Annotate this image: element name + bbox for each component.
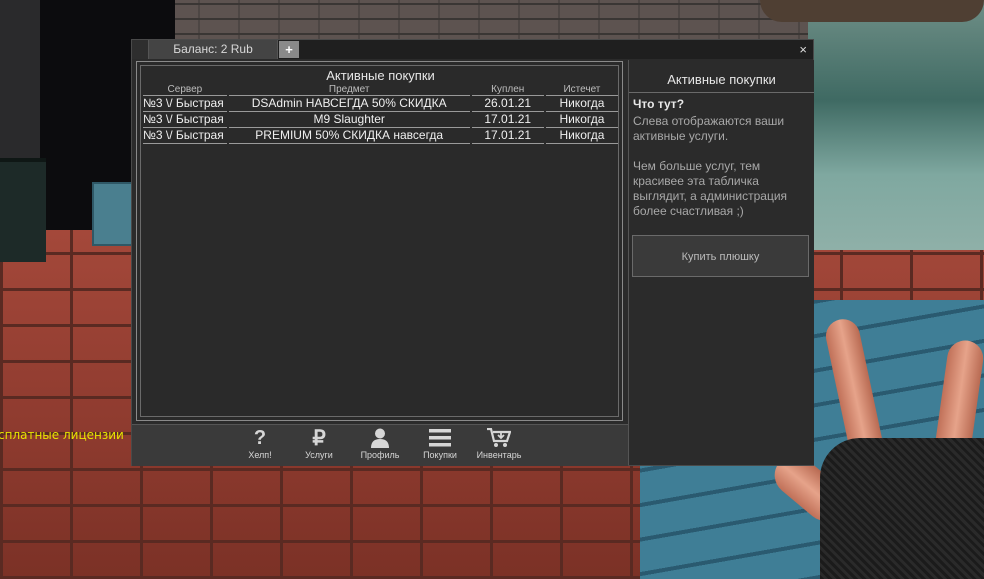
- shop-window: Баланс: 2 Rub + × Активные покупки Серве…: [131, 39, 814, 466]
- info-paragraph: Чем больше услуг, тем красивее эта табли…: [633, 159, 788, 218]
- title-bar: Баланс: 2 Rub + ×: [132, 40, 813, 59]
- tab-empty[interactable]: [132, 40, 149, 59]
- nav-inventory[interactable]: Инвентарь: [472, 427, 526, 465]
- cell-bought: 17.01.21: [471, 128, 544, 144]
- cell-bought: 26.01.21: [471, 96, 544, 112]
- nav-purchases[interactable]: Покупки: [413, 427, 467, 465]
- hud-chat-text: сплатные лицензии: [0, 428, 124, 442]
- cell-server: №3 \/ Быстрая: [143, 96, 227, 112]
- info-description: Слева отображаются ваши активные услуги.…: [633, 114, 811, 234]
- nav-profile[interactable]: Профиль: [353, 427, 407, 465]
- cell-server: №3 \/ Быстрая: [143, 112, 227, 128]
- question-icon: ?: [253, 426, 267, 449]
- cell-expires: Никогда: [545, 128, 618, 144]
- user-icon: [353, 427, 407, 449]
- buy-button[interactable]: Купить плюшку: [632, 235, 809, 277]
- info-paragraph: Слева отображаются ваши активные услуги.: [633, 114, 785, 143]
- bench: [92, 182, 136, 246]
- nav-services[interactable]: ₽ Услуги: [292, 427, 346, 465]
- fountain: [808, 0, 984, 250]
- table-row[interactable]: №3 \/ Быстрая DSAdmin НАВСЕГДА 50% СКИДК…: [143, 96, 618, 112]
- bottom-nav: ? Хелп! ₽ Услуги Профиль Покупки Инвента…: [132, 424, 628, 466]
- cell-server: №3 \/ Быстрая: [143, 128, 227, 144]
- add-tab-button[interactable]: +: [279, 41, 299, 58]
- column-header-expires: Истечет: [545, 84, 618, 96]
- column-header-item: Предмет: [228, 84, 470, 96]
- info-title: Активные покупки: [667, 72, 776, 87]
- purchases-title: Активные покупки: [326, 68, 435, 83]
- cell-expires: Никогда: [545, 96, 618, 112]
- cell-item: PREMIUM 50% СКИДКА навсегда: [228, 128, 470, 144]
- column-header-bought: Куплен: [471, 84, 544, 96]
- cell-bought: 17.01.21: [471, 112, 544, 128]
- purchases-table: Сервер Предмет Куплен Истечет №3 \/ Быст…: [141, 84, 620, 144]
- trash-bin: [0, 158, 46, 262]
- tab-balance[interactable]: Баланс: 2 Rub: [149, 40, 278, 59]
- close-icon[interactable]: ×: [799, 40, 807, 59]
- info-panel: Активные покупки Что тут? Слева отобража…: [628, 60, 814, 465]
- cart-icon: [472, 427, 526, 449]
- ruble-icon: ₽: [312, 426, 326, 450]
- cell-item: M9 Slaughter: [228, 112, 470, 128]
- player-hand: [766, 316, 984, 579]
- cell-expires: Никогда: [545, 112, 618, 128]
- column-header-server: Сервер: [143, 84, 227, 96]
- divider: [629, 92, 814, 93]
- list-icon: [413, 427, 467, 449]
- glove: [820, 438, 984, 579]
- nav-help[interactable]: ? Хелп!: [233, 427, 287, 465]
- info-question: Что тут?: [633, 97, 685, 111]
- table-row[interactable]: №3 \/ Быстрая PREMIUM 50% СКИДКА навсегд…: [143, 128, 618, 144]
- table-row[interactable]: №3 \/ Быстрая M9 Slaughter 17.01.21 Нико…: [143, 112, 618, 128]
- purchases-panel: Активные покупки Сервер Предмет Куплен И…: [136, 61, 623, 421]
- cell-item: DSAdmin НАВСЕГДА 50% СКИДКА: [228, 96, 470, 112]
